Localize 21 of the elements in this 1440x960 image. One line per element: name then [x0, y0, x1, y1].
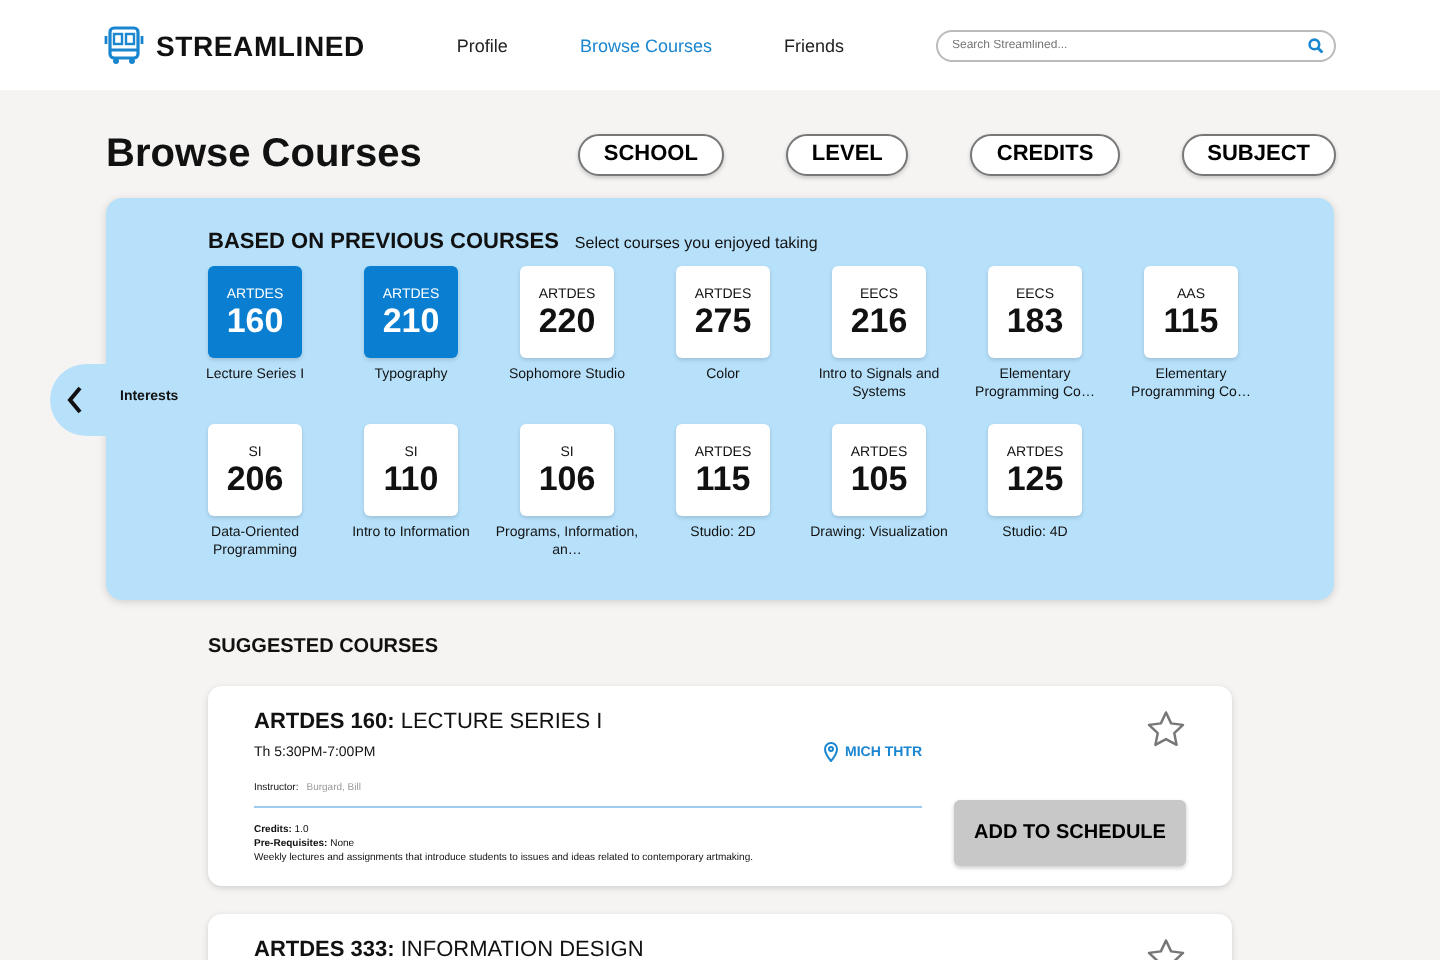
page-title: Browse Courses: [106, 131, 424, 177]
filter-button[interactable]: CREDITS: [970, 133, 1120, 175]
course-title: ARTDES 160: LECTURE SERIES I: [254, 710, 605, 734]
collapse-tab[interactable]: [50, 364, 106, 436]
add-to-schedule-button[interactable]: ADD TO SCHEDULE: [954, 800, 1186, 866]
filter-button[interactable]: SUBJECT: [1181, 133, 1336, 175]
nav-link[interactable]: Browse Courses: [579, 35, 712, 55]
section-heading: SUGGESTED COURSES: [208, 636, 441, 658]
nav-link[interactable]: Friends: [783, 35, 844, 55]
filter-button[interactable]: LEVEL: [785, 133, 909, 175]
filter-button[interactable]: SCHOOL: [577, 133, 724, 175]
chevron-left-icon: [66, 386, 84, 414]
map-pin-icon: [823, 742, 837, 762]
section-hint: Select courses you enjoyed taking: [574, 234, 818, 252]
brand-name: STREAMLINED: [156, 29, 365, 61]
nav-link[interactable]: Profile: [456, 35, 508, 55]
course-title: ARTDES 333: INFORMATION DESIGN: [254, 938, 646, 960]
section-heading: BASED ON PREVIOUS COURSES: [208, 230, 559, 254]
star-icon[interactable]: [1146, 710, 1186, 748]
search-icon[interactable]: [1308, 37, 1324, 53]
bus-icon: [104, 25, 144, 65]
